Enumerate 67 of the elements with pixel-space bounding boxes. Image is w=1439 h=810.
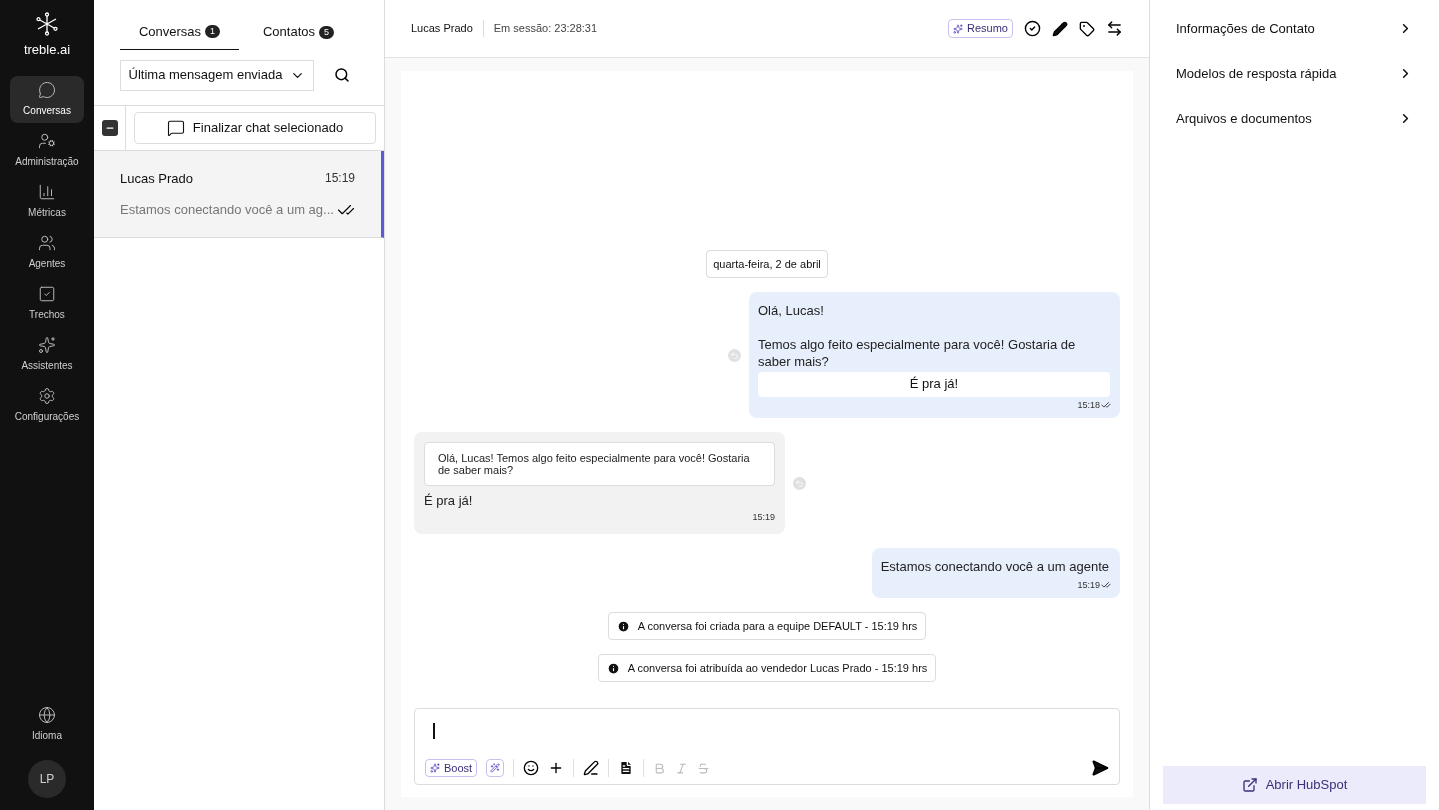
search-icon <box>334 67 350 83</box>
conversation-item[interactable]: Lucas Prado 15:19 Estamos conectando você a um ag... <box>94 151 384 238</box>
quoted-message: Olá, Lucas! Temos algo feito especialmente para você! Gostaria de saber mais? <box>424 442 775 486</box>
quick-reply-button[interactable]: É pra já! <box>758 371 1110 397</box>
count-badge: 1 <box>205 25 221 38</box>
sparkles-icon <box>430 763 440 773</box>
checkbox-icon <box>38 284 56 303</box>
brand-name: treble.ai <box>23 41 71 59</box>
nav-item[interactable]: Assistentes <box>10 330 84 378</box>
sparkles-icon <box>38 335 56 354</box>
message-text: É pra já! <box>424 492 474 510</box>
summary-button[interactable]: Resumo <box>948 19 1013 38</box>
message-text: Estamos conectando você a um agente <box>880 558 1110 576</box>
nav-item[interactable]: Configurações <box>10 381 84 429</box>
info-icon <box>606 661 620 675</box>
user-avatar[interactable]: LP <box>28 760 66 798</box>
tab[interactable]: Conversas 1 <box>120 14 239 50</box>
nav-item[interactable]: Trechos <box>10 279 84 327</box>
message-time: 15:18 <box>1077 398 1100 412</box>
tag-icon[interactable] <box>1079 20 1095 37</box>
swap-icon[interactable] <box>1106 20 1123 37</box>
select-all-checkbox[interactable] <box>101 120 118 136</box>
chat-bubble-icon <box>38 80 56 99</box>
send-icon[interactable] <box>1091 759 1109 777</box>
notice-text: A conversa foi atribuída ao vendedor Lucas Prado - 15:19 hrs <box>627 660 928 676</box>
message-time: 15:19 <box>324 169 355 187</box>
contact-name: Lucas Prado <box>120 169 193 188</box>
message-time: 15:19 <box>1077 578 1100 592</box>
wand-icon <box>490 763 501 773</box>
magic-wand-button[interactable] <box>486 759 505 777</box>
date-chip: quarta-feira, 2 de abril <box>706 249 828 278</box>
nav-item[interactable]: Administração <box>10 126 84 174</box>
boost-button[interactable]: Boost <box>425 759 478 777</box>
nav-item[interactable]: Idioma <box>10 701 84 748</box>
notice-text: A conversa foi criada para a equipe DEFAULT - 15:19 hrs <box>637 618 918 634</box>
nav-item[interactable]: Métricas <box>10 177 84 225</box>
users-icon <box>38 233 56 252</box>
section-link[interactable]: Arquivos e documentos <box>1150 96 1439 141</box>
message-text: Olá, Lucas! <box>758 302 825 320</box>
user-gear-icon <box>38 131 56 150</box>
open-hubspot-button[interactable]: Abrir HubSpot <box>1163 766 1426 804</box>
sort-dropdown[interactable]: Última mensagem enviada <box>120 59 314 91</box>
message-preview: Estamos conectando você a um ag... <box>120 201 334 219</box>
finish-chat-button[interactable]: Finalizar chat selecionado <box>134 112 376 144</box>
bar-chart-icon <box>38 182 56 201</box>
pencil-icon[interactable] <box>1052 20 1068 37</box>
count-badge: 5 <box>319 25 335 39</box>
message-composer[interactable]: Boost <box>414 708 1120 785</box>
settings-icon <box>38 386 56 405</box>
text-cursor <box>433 723 435 739</box>
chat-contact-name: Lucas Prado <box>411 20 484 37</box>
session-timer: Em sessão: 23:28:31 <box>492 21 598 37</box>
globe-icon <box>38 706 56 724</box>
nav-item[interactable]: Conversas <box>10 75 84 123</box>
section-link[interactable]: Informações de Contato <box>1150 6 1439 51</box>
check-circle-icon[interactable] <box>1024 20 1041 37</box>
message-time: 15:19 <box>752 510 775 524</box>
emoji-icon[interactable] <box>523 760 540 776</box>
sparkles-icon <box>953 23 964 34</box>
external-link-icon <box>1241 777 1258 793</box>
nav-item[interactable]: Agentes <box>10 228 84 276</box>
message-text: Temos algo feito especialmente para você! Gostaria de saber mais? <box>758 335 1077 370</box>
info-icon <box>616 619 630 633</box>
section-link[interactable]: Modelos de resposta rápida <box>1150 51 1439 96</box>
logo-icon <box>35 12 59 36</box>
text-edit-icon[interactable] <box>583 760 600 776</box>
tab[interactable]: Contatos 5 <box>239 14 358 50</box>
